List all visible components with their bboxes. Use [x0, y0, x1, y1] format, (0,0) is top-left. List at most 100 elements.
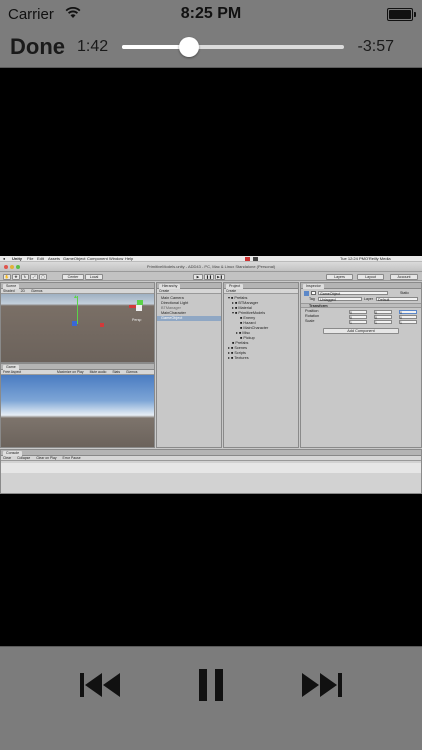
transform-header: Transform [301, 303, 421, 308]
project-item-label: BTManager [238, 301, 259, 305]
console-log-area [1, 463, 421, 473]
layer-dropdown: Default [376, 297, 418, 302]
game-tab: Game [3, 365, 19, 370]
game-panel: Game Free Aspect Maximize on Play Mute a… [0, 363, 155, 448]
inspector-tab-strip: Inspector [301, 283, 421, 289]
project-item-label: MainCharacter [243, 326, 269, 330]
done-button[interactable]: Done [10, 34, 65, 60]
scale-tool-icon: ⤢ [30, 273, 38, 280]
pause-button[interactable] [186, 665, 236, 705]
scene-view: ▲ Persp [1, 294, 154, 362]
orientation-gizmo-center [136, 305, 142, 311]
scene-tab: Scene [3, 284, 20, 289]
active-checkbox [311, 291, 316, 295]
menu-app: Unity [12, 256, 22, 261]
editor-window-title: PrimitiveModels.unity - ADD43 - PC, Mac … [146, 264, 276, 269]
console-clear: Clear [3, 456, 12, 460]
menu-clock: Tue 12:24 PM [340, 256, 365, 261]
menu-assets: Assets [48, 256, 61, 261]
tag-dropdown: Untagged [318, 297, 362, 302]
next-button[interactable] [296, 665, 346, 705]
menu-help: Help [125, 256, 134, 261]
scrubber-thumb[interactable] [178, 37, 199, 57]
scene-gizmos: Gizmos [30, 289, 43, 293]
battery-icon [387, 8, 416, 21]
remaining-time: -3:57 [357, 38, 394, 55]
gizmo-y-arrow-icon: ▲ [73, 294, 78, 300]
project-item-label: Prefabs [234, 296, 248, 300]
project-item-label: Prefabs [235, 341, 249, 345]
center-toggle: Center [62, 273, 84, 280]
static-toggle: Static [400, 291, 409, 295]
hierarchy-toolbar: Create [157, 289, 221, 294]
layout-dropdown: Layout [357, 273, 384, 280]
game-mute-audio: Mute audio [89, 370, 107, 374]
project-item-label: Material [238, 306, 252, 310]
menu-window: Window [109, 256, 124, 261]
project-item-label: Scenes [234, 346, 247, 350]
project-create: Create [226, 289, 237, 293]
game-maximize-on-play: Maximize on Play [57, 370, 84, 374]
video-frame-unity-editor: ● Unity File Edit Assets GameObject Comp… [0, 256, 422, 494]
menu-gameobject: GameObject [63, 256, 86, 261]
move-tool-icon: ✥ [12, 273, 20, 280]
apple-icon: ● [3, 256, 6, 261]
hand-tool-icon: ✋ [3, 273, 11, 280]
scene-panel: Scene Shaded 2D Gizmos ▲ Persp [0, 282, 155, 363]
menu-extra-icon [253, 257, 258, 261]
rotation-z: 0 [399, 314, 417, 320]
video-area[interactable]: ● Unity File Edit Assets GameObject Comp… [0, 68, 422, 646]
menu-user: O'Reilly Media [365, 256, 391, 261]
position-x: 0 [349, 309, 367, 315]
tag-label: Tag [309, 297, 315, 301]
hierarchy-create: Create [159, 289, 170, 293]
status-time: 8:25 PM [180, 5, 242, 22]
object-name-field: GameObject [318, 291, 388, 296]
scrubber-track[interactable] [122, 37, 344, 57]
scene-shaded: Shaded [3, 289, 15, 293]
transport-controls [0, 646, 422, 750]
gameobject-cube-icon [304, 291, 309, 296]
status-bar: Carrier 8:25 PM [0, 0, 422, 30]
next-track-icon [302, 673, 342, 697]
position-z: 0 [399, 309, 417, 315]
hierarchy-item-selected: GameObject [157, 316, 221, 321]
orientation-gizmo-x [129, 305, 136, 308]
inspector-panel: Inspector GameObject Static Tag Untagged… [300, 282, 422, 448]
project-item: ▸ ■ Textures [228, 356, 249, 360]
project-item-label: Hazard [243, 321, 256, 325]
game-gizmos: Gizmos [126, 370, 138, 374]
hierarchy-panel: Hierarchy Create Main Camera Directional… [156, 282, 222, 448]
record-icon [245, 257, 250, 261]
previous-track-icon [80, 673, 120, 697]
scale-z: 1 [399, 319, 417, 325]
console-tab: Console [3, 451, 23, 456]
scene-persp-label: Persp [132, 318, 142, 322]
previous-button[interactable] [76, 665, 126, 705]
console-error-pause: Error Pause [62, 456, 81, 460]
project-item-label: Enemy [243, 316, 256, 320]
game-stats: Stats [112, 370, 121, 374]
rect-tool-icon: ▢ [39, 273, 47, 280]
rotation-x: 0 [349, 314, 367, 320]
project-item-label: PrimitiveModels [238, 311, 266, 315]
selected-object [72, 321, 77, 326]
console-toolbar: Clear Collapse Clear on Play Error Pause [1, 456, 421, 461]
layers-dropdown: Layers [326, 273, 353, 280]
add-component-button: Add Component [323, 328, 399, 334]
step-icon: ▶❚ [215, 273, 225, 280]
transform-title: Transform [309, 304, 328, 308]
inspector-tab: Inspector [303, 284, 324, 289]
gizmo-x-handle [100, 323, 104, 327]
elapsed-time: 1:42 [77, 38, 109, 55]
rotate-tool-icon: ↻ [21, 273, 29, 280]
scale-y: 1 [374, 319, 392, 325]
transform-row-label: Scale [305, 319, 315, 323]
gizmo-y-axis [77, 296, 78, 324]
editor-title-bar: PrimitiveModels.unity - ADD43 - PC, Mac … [0, 262, 422, 272]
project-toolbar: Create [224, 289, 298, 294]
scene-2d: 2D [20, 289, 25, 293]
game-view [1, 375, 154, 447]
project-item-label: Pickup [243, 336, 255, 340]
project-item-label: Scripts [234, 351, 246, 355]
